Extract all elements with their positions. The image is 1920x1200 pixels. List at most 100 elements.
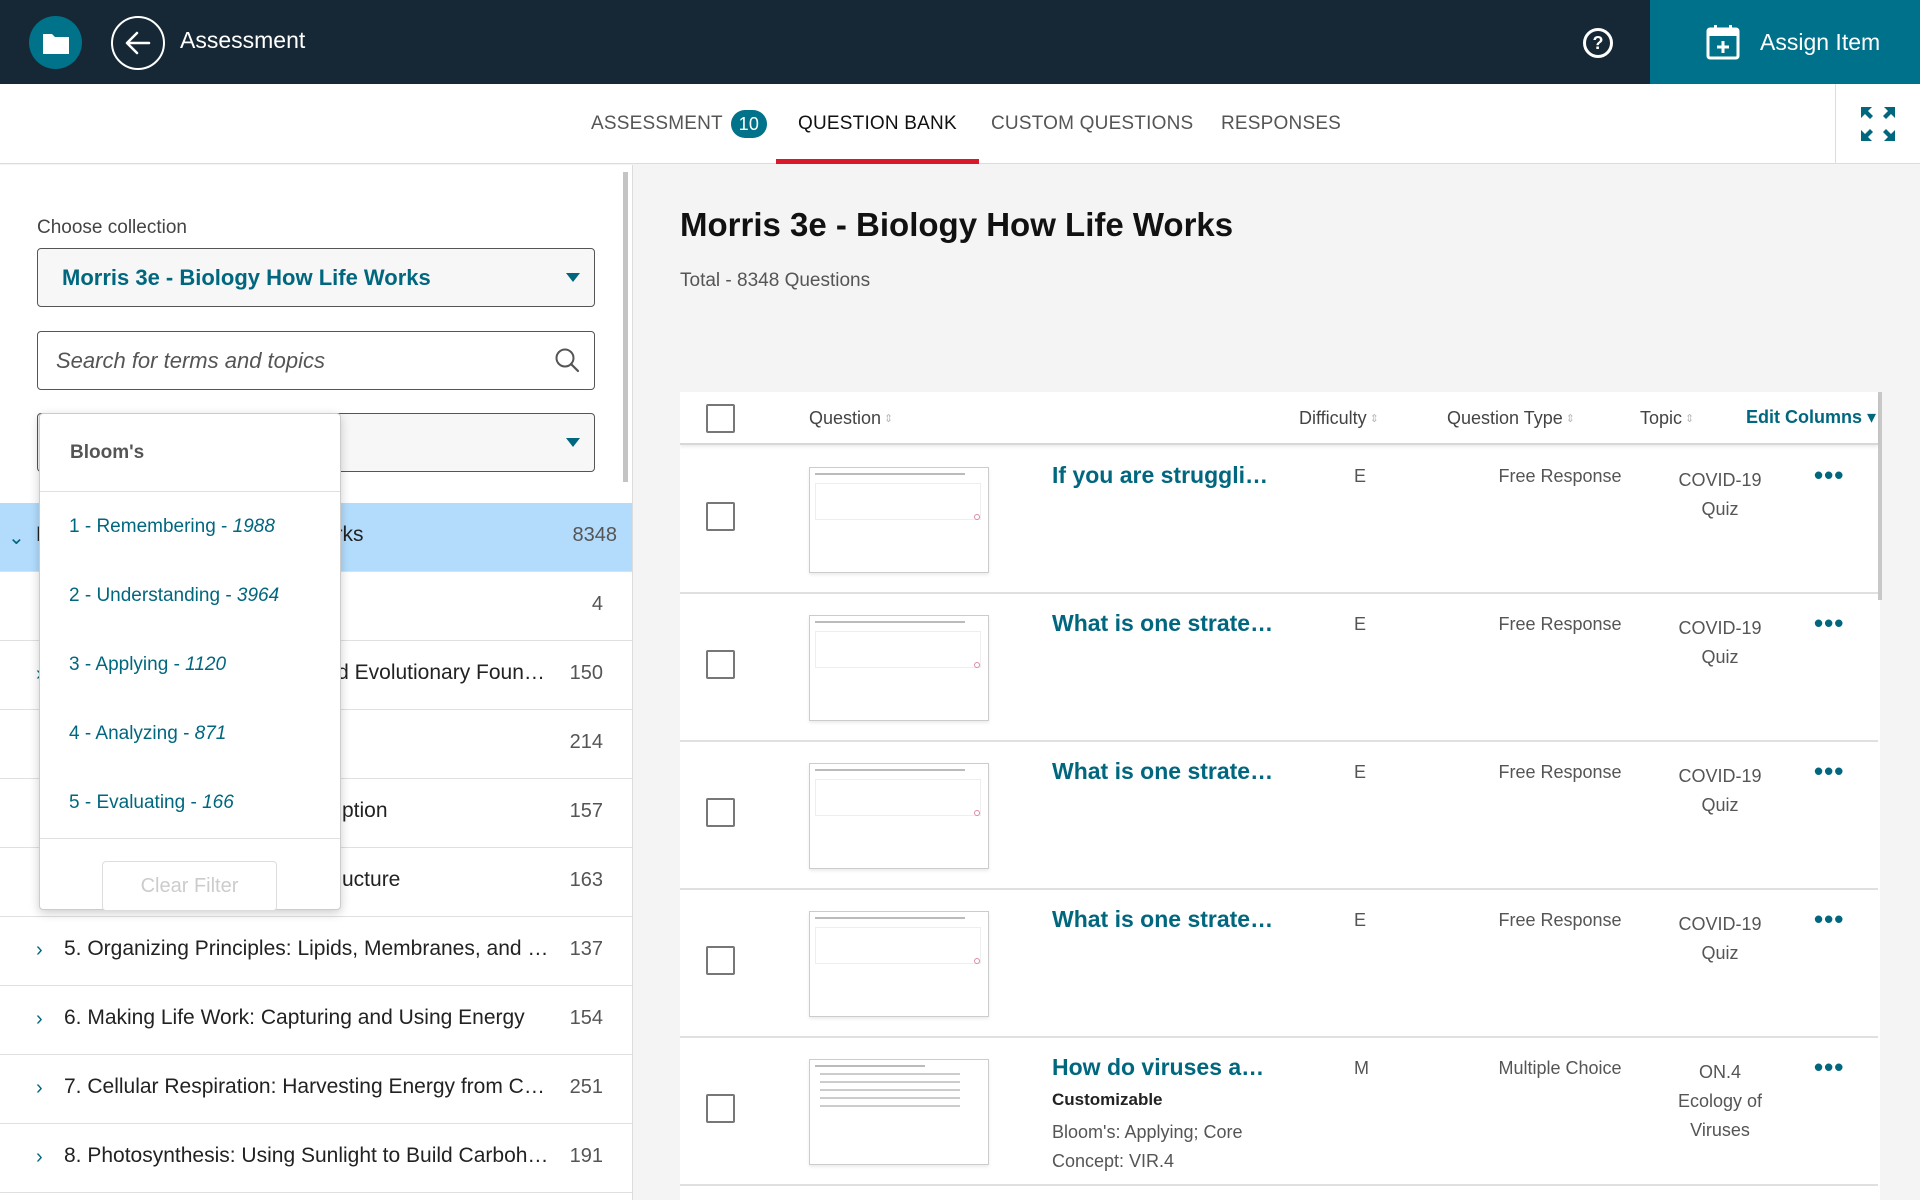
blooms-option-applying[interactable]: 3 - Applying - 1120: [40, 630, 340, 699]
tab-custom-questions[interactable]: CUSTOM QUESTIONS: [991, 84, 1193, 164]
edit-columns-button[interactable]: Edit Columns ▾: [1746, 407, 1876, 428]
sort-icon: ⇕: [1369, 413, 1379, 425]
tab-assessment[interactable]: ASSESSMENT 10: [591, 84, 767, 164]
help-button[interactable]: ?: [1583, 28, 1613, 58]
row-checkbox[interactable]: [706, 650, 735, 679]
question-type-cell: Multiple Choice: [1498, 1058, 1622, 1078]
tab-responses[interactable]: RESPONSES: [1221, 84, 1341, 164]
search-icon[interactable]: [554, 347, 580, 378]
tree-row-count: 8348: [572, 524, 618, 546]
choose-collection-label: Choose collection: [37, 217, 187, 238]
tab-label: ASSESSMENT: [591, 113, 723, 134]
thumb-option-line: [820, 1089, 960, 1091]
option-label: 2 - Understanding -: [69, 585, 237, 606]
table-scrollbar[interactable]: [1878, 392, 1882, 600]
chevron-down-icon[interactable]: ⌄: [8, 525, 25, 550]
app-title: Assessment: [180, 27, 306, 53]
table-row: What is one strate… E Free Response COVID-1…: [680, 890, 1878, 1038]
thumb-marker: [974, 958, 980, 964]
question-total: Total - 8348 Questions: [680, 270, 871, 291]
option-label: 3 - Applying -: [69, 654, 186, 675]
sidebar-scrollbar[interactable]: [623, 172, 628, 482]
question-title-link[interactable]: What is one strate…: [1052, 758, 1273, 785]
clear-filter-button[interactable]: Clear Filter: [102, 861, 277, 911]
tree-row[interactable]: › 6. Making Life Work: Capturing and Usi…: [0, 986, 632, 1055]
chevron-right-icon[interactable]: ›: [36, 939, 43, 962]
question-preview-thumbnail[interactable]: [809, 911, 989, 1017]
assign-item-button[interactable]: Assign Item: [1650, 0, 1920, 84]
difficulty-cell: E: [1354, 466, 1367, 486]
question-title-link[interactable]: How do viruses a…: [1052, 1054, 1264, 1081]
option-label: 5 - Evaluating -: [69, 792, 203, 813]
tab-question-bank[interactable]: QUESTION BANK: [776, 84, 979, 164]
more-options-icon[interactable]: •••: [1814, 1054, 1844, 1080]
collection-select[interactable]: Morris 3e - Biology How Life Works: [37, 248, 595, 307]
tree-row[interactable]: › 7. Cellular Respiration: Harvesting En…: [0, 1055, 632, 1124]
column-header-difficulty[interactable]: Difficulty ⇕: [1299, 408, 1379, 429]
folder-icon[interactable]: [29, 16, 82, 69]
tree-row-count: 251: [569, 1076, 603, 1098]
more-options-icon[interactable]: •••: [1814, 610, 1844, 636]
thumb-prompt-line: [815, 769, 965, 771]
more-options-icon[interactable]: •••: [1814, 462, 1844, 488]
topic-cell: ON.4 Ecology of Viruses: [1677, 1062, 1763, 1140]
search-input[interactable]: [56, 344, 536, 378]
thumb-answer-box: [815, 927, 981, 964]
tab-label: CUSTOM QUESTIONS: [991, 113, 1194, 134]
question-type-cell: Free Response: [1498, 762, 1622, 782]
customizable-tag: Customizable: [1052, 1090, 1163, 1109]
question-type-cell: Free Response: [1498, 910, 1622, 930]
tree-row-title: 6. Making Life Work: Capturing and Using…: [64, 1006, 525, 1029]
blooms-option-evaluating[interactable]: 5 - Evaluating - 166: [40, 768, 340, 837]
question-title-link[interactable]: What is one strate…: [1052, 906, 1273, 933]
chevron-right-icon[interactable]: ›: [36, 1146, 43, 1169]
row-checkbox[interactable]: [706, 502, 735, 531]
blooms-option-remembering[interactable]: 1 - Remembering - 1988: [40, 492, 340, 561]
tree-row[interactable]: › 5. Organizing Principles: Lipids, Memb…: [0, 917, 632, 986]
column-header-question-type[interactable]: Question Type ⇕: [1447, 408, 1575, 429]
tree-row-count: 157: [569, 800, 603, 822]
table-row: What is one strate… E Free Response COVID-1…: [680, 742, 1878, 890]
question-preview-thumbnail[interactable]: [809, 467, 989, 573]
chevron-right-icon[interactable]: ›: [36, 1008, 43, 1031]
column-header-question[interactable]: Question ⇕: [809, 408, 893, 429]
blooms-option-understanding[interactable]: 2 - Understanding - 3964: [40, 561, 340, 630]
expand-button[interactable]: [1835, 84, 1920, 164]
question-circle-icon: ?: [1592, 32, 1604, 53]
question-metadata: Bloom's: Applying; Core Concept: VIR.4: [1052, 1122, 1243, 1171]
tree-row[interactable]: › 8. Photosynthesis: Using Sunlight to B…: [0, 1124, 632, 1193]
row-checkbox[interactable]: [706, 946, 735, 975]
thumb-prompt-line: [815, 473, 965, 475]
tree-row-count: 214: [569, 731, 603, 753]
back-button[interactable]: [111, 16, 165, 70]
question-preview-thumbnail[interactable]: [809, 763, 989, 869]
more-options-icon[interactable]: •••: [1814, 906, 1844, 932]
row-checkbox[interactable]: [706, 798, 735, 827]
question-title-link[interactable]: If you are struggli…: [1052, 462, 1268, 489]
tree-row-count: 137: [569, 938, 603, 960]
tab-label: RESPONSES: [1221, 113, 1342, 134]
expand-arrows-icon: [1861, 107, 1895, 141]
option-count: 166: [202, 792, 234, 813]
column-header-topic[interactable]: Topic ⇕: [1640, 408, 1694, 429]
select-all-checkbox[interactable]: [706, 404, 735, 433]
more-options-icon[interactable]: •••: [1814, 758, 1844, 784]
tree-row-title: 8. Photosynthesis: Using Sunlight to Bui…: [64, 1144, 549, 1167]
option-count: 1120: [185, 654, 227, 675]
difficulty-cell: M: [1354, 1058, 1369, 1078]
table-row: What is one strate… E Free Response COVID-1…: [680, 594, 1878, 742]
caret-down-icon: [566, 438, 580, 447]
column-label: Question Type: [1447, 408, 1563, 428]
option-label: 4 - Analyzing -: [69, 723, 195, 744]
option-count: 3964: [236, 585, 280, 606]
question-title-link[interactable]: What is one strate…: [1052, 610, 1273, 637]
blooms-option-analyzing[interactable]: 4 - Analyzing - 871: [40, 699, 340, 768]
row-checkbox[interactable]: [706, 1094, 735, 1123]
difficulty-cell: E: [1354, 614, 1367, 634]
difficulty-cell: E: [1354, 762, 1367, 782]
search-field[interactable]: [37, 331, 595, 390]
question-preview-thumbnail[interactable]: [809, 615, 989, 721]
chevron-right-icon[interactable]: ›: [36, 1077, 43, 1100]
question-preview-thumbnail[interactable]: [809, 1059, 989, 1165]
thumb-answer-box: [815, 631, 981, 668]
